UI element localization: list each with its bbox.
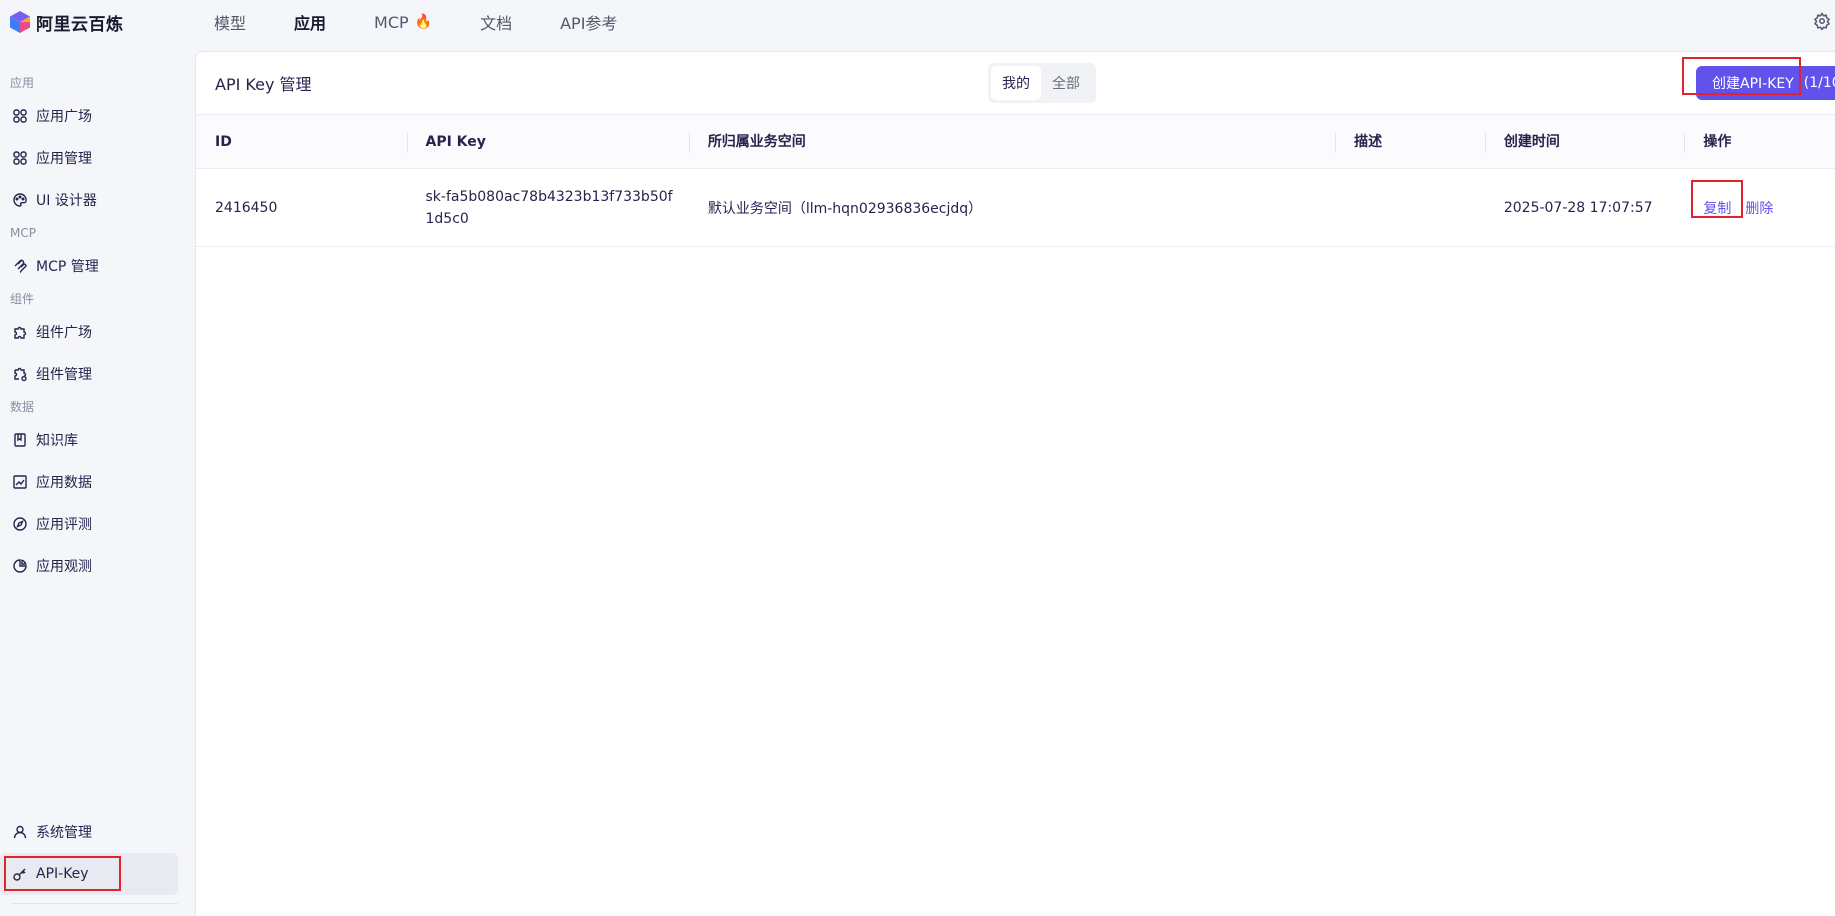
brand[interactable]: 阿里云百炼: [9, 10, 214, 35]
brand-name: 阿里云百炼: [36, 14, 124, 35]
sidebar-item-label: 知识库: [36, 433, 78, 449]
sidebar-bottom: 系统管理 API-Key: [0, 811, 194, 916]
key-icon: [13, 868, 26, 881]
sidebar-item-label: 组件管理: [36, 367, 92, 383]
delete-link[interactable]: 删除: [1745, 198, 1773, 218]
sidebar-item-api-key[interactable]: API-Key: [0, 853, 178, 895]
table-row: 2416450 sk-fa5b080ac78b4323b13f733b50f1d…: [196, 169, 1835, 247]
compass-icon: [13, 517, 27, 531]
sidebar-item-app-eval[interactable]: 应用评测: [0, 503, 194, 545]
cell-api-key: sk-fa5b080ac78b4323b13f733b50f1d5c0: [425, 188, 673, 227]
sidebar-item-label: 应用评测: [36, 517, 92, 533]
sidebar-item-mcp-manage[interactable]: MCP 管理: [0, 245, 194, 287]
sidebar-item-label: 应用广场: [36, 109, 92, 125]
sidebar-item-label: 应用管理: [36, 151, 92, 167]
column-header-workspace[interactable]: 所归属业务空间: [688, 115, 1335, 169]
brand-logo-icon: [10, 11, 30, 33]
nav-api-ref-label: API参考: [560, 14, 618, 33]
sidebar-item-system-manage[interactable]: 系统管理: [0, 811, 194, 853]
sidebar-divider: [12, 903, 178, 904]
sidebar-item-component-manage[interactable]: 组件管理: [0, 353, 194, 395]
app-grid-icon: [13, 109, 27, 123]
table-header: ID API Key 所归属业务空间 描述 创建时间 操作: [196, 115, 1835, 169]
mcp-icon: [14, 259, 27, 274]
nav-mcp[interactable]: MCP 🔥: [374, 13, 432, 32]
sidebar-section-app: 应用: [10, 76, 35, 90]
scope-toggle: 我的 全部: [988, 63, 1096, 103]
sidebar-item-app-data[interactable]: 应用数据: [0, 461, 194, 503]
top-bar: 阿里云百炼 模型 应用 MCP 🔥 文档 API参考: [0, 0, 1835, 44]
nav-docs[interactable]: 文档: [480, 10, 512, 34]
nav-mcp-label: MCP: [374, 12, 409, 32]
sidebar-item-label: UI 设计器: [36, 193, 97, 209]
cell-actions: 复制 删除: [1684, 179, 1835, 218]
toggle-all[interactable]: 全部: [1041, 66, 1091, 100]
top-nav: 模型 应用 MCP 🔥 文档 API参考: [214, 10, 665, 34]
sidebar-item-app-manage[interactable]: 应用管理: [0, 137, 194, 179]
create-api-key-button[interactable]: 创建API-KEY (1/10: [1696, 66, 1835, 100]
gear-icon[interactable]: [1813, 12, 1831, 30]
book-icon: [14, 433, 26, 447]
copy-link[interactable]: 复制: [1703, 198, 1731, 218]
nav-app[interactable]: 应用: [294, 10, 326, 34]
nav-app-label: 应用: [294, 14, 327, 33]
cell-workspace: 默认业务空间（llm-hqn02936836ecjdq）: [707, 200, 983, 217]
sidebar-item-label: 应用数据: [36, 475, 92, 491]
sidebar-item-app-square[interactable]: 应用广场: [0, 95, 194, 137]
puzzle-gear-icon: [14, 367, 27, 382]
column-header-description[interactable]: 描述: [1335, 115, 1485, 169]
column-header-actions: 操作: [1684, 115, 1835, 169]
nav-model[interactable]: 模型: [214, 10, 246, 34]
pie-chart-icon: [13, 559, 27, 573]
user-icon: [13, 825, 27, 839]
fire-icon: 🔥: [414, 14, 433, 30]
create-api-key-count: (1/10: [1803, 75, 1835, 91]
app-grid-icon: [13, 151, 27, 165]
toggle-mine[interactable]: 我的: [991, 66, 1041, 100]
create-api-key-label: 创建API-KEY: [1712, 76, 1794, 92]
sidebar-item-label: 组件广场: [36, 325, 92, 341]
column-header-created[interactable]: 创建时间: [1484, 115, 1685, 169]
page-title: API Key 管理: [215, 75, 312, 94]
sidebar: 应用 应用广场 应用管理 UI 设计器 MCP MCP 管理 组件 组件广场 组…: [0, 44, 194, 916]
chart-line-icon: [13, 475, 27, 489]
sidebar-item-label: MCP 管理: [36, 259, 99, 275]
main-panel: API Key 管理 我的 全部 创建API-KEY (1/10 ID API …: [195, 51, 1835, 916]
sidebar-item-ui-designer[interactable]: UI 设计器: [0, 179, 194, 221]
sidebar-section-component: 组件: [10, 292, 35, 306]
sidebar-item-label: 应用观测: [36, 559, 92, 575]
sidebar-item-label: 系统管理: [36, 825, 92, 841]
column-header-id[interactable]: ID: [196, 115, 407, 169]
sidebar-item-knowledge[interactable]: 知识库: [0, 419, 194, 461]
column-header-api-key[interactable]: API Key: [406, 115, 689, 169]
cell-created: 2025-07-28 17:07:57: [1503, 199, 1653, 216]
cell-id: 2416450: [215, 199, 278, 216]
main-header: API Key 管理 我的 全部 创建API-KEY (1/10: [196, 52, 1835, 115]
sidebar-section-mcp: MCP: [10, 226, 36, 240]
puzzle-icon: [14, 326, 27, 339]
sidebar-item-app-observe[interactable]: 应用观测: [0, 545, 194, 587]
sidebar-item-component-square[interactable]: 组件广场: [0, 311, 194, 353]
sidebar-item-label: API-Key: [36, 866, 89, 882]
sidebar-section-data: 数据: [10, 400, 35, 414]
nav-api-ref[interactable]: API参考: [560, 10, 617, 34]
palette-icon: [13, 193, 27, 207]
nav-model-label: 模型: [214, 14, 247, 33]
nav-docs-label: 文档: [480, 14, 513, 33]
